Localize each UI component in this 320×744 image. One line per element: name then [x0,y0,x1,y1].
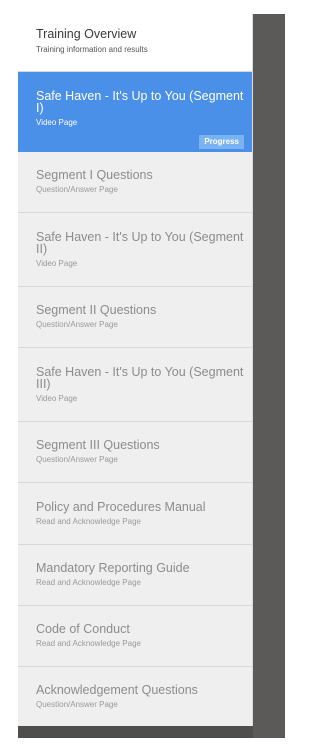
nav-item-segment-3-questions[interactable]: Segment III Questions Question/Answer Pa… [18,422,252,483]
nav-item-title: Mandatory Reporting Guide [36,561,190,575]
nav-item-title: Training Overview [36,27,137,41]
nav-item-title: Policy and Procedures Manual [36,500,206,514]
nav-item-title: Segment II Questions [36,303,157,317]
nav-item-title: Acknowledgement Questions [36,683,198,697]
training-nav-panel: Training Overview Training information a… [18,14,253,726]
progress-badge[interactable]: Progress [199,135,244,149]
nav-item-segment-1-video[interactable]: Safe Haven - It's Up to You (Segment I) … [18,72,252,152]
nav-item-training-overview[interactable]: Training Overview Training information a… [18,14,252,72]
nav-item-title: Safe Haven - It's Up to You (Segment I) [36,89,244,115]
nav-item-subtitle: Read and Acknowledge Page [36,517,141,526]
nav-item-subtitle: Question/Answer Page [36,185,118,194]
nav-item-title: Safe Haven - It's Up to You (Segment III… [36,365,244,391]
nav-item-segment-2-questions[interactable]: Segment II Questions Question/Answer Pag… [18,287,252,348]
nav-item-subtitle: Question/Answer Page [36,700,118,709]
nav-item-mandatory-reporting[interactable]: Mandatory Reporting Guide Read and Ackno… [18,545,252,606]
nav-item-subtitle: Video Page [36,259,78,268]
nav-item-title: Segment III Questions [36,438,160,452]
nav-item-segment-3-video[interactable]: Safe Haven - It's Up to You (Segment III… [18,348,252,422]
nav-item-subtitle: Question/Answer Page [36,320,118,329]
sidebar-frame: Training Overview Training information a… [18,14,285,738]
nav-item-policy-manual[interactable]: Policy and Procedures Manual Read and Ac… [18,483,252,545]
nav-item-subtitle: Read and Acknowledge Page [36,639,141,648]
nav-item-subtitle: Video Page [36,118,78,127]
nav-item-acknowledgement-questions[interactable]: Acknowledgement Questions Question/Answe… [18,667,252,728]
frame-bottom-edge [18,726,253,738]
nav-item-title: Code of Conduct [36,622,130,636]
nav-item-code-of-conduct[interactable]: Code of Conduct Read and Acknowledge Pag… [18,606,252,667]
nav-item-title: Safe Haven - It's Up to You (Segment II) [36,230,244,256]
nav-item-subtitle: Read and Acknowledge Page [36,578,141,587]
nav-item-title: Segment I Questions [36,168,153,182]
nav-item-subtitle: Video Page [36,394,78,403]
nav-item-subtitle: Question/Answer Page [36,455,118,464]
nav-item-segment-2-video[interactable]: Safe Haven - It's Up to You (Segment II)… [18,213,252,287]
nav-item-segment-1-questions[interactable]: Segment I Questions Question/Answer Page [18,152,252,213]
nav-item-subtitle: Training information and results [36,45,148,54]
